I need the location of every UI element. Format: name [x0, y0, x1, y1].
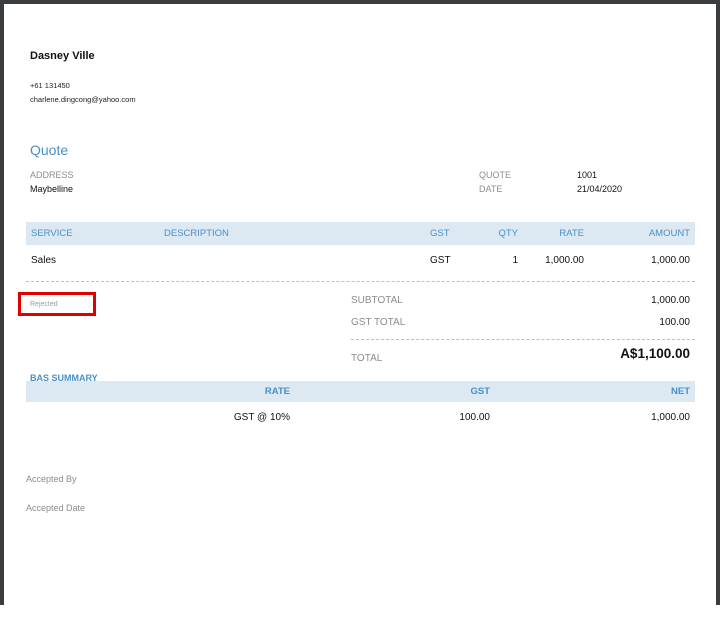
bas-rate-value: GST @ 10%	[233, 412, 290, 423]
accepted-by-label: Accepted By	[26, 474, 77, 484]
col-amount-header: AMOUNT	[648, 228, 690, 239]
col-description-header: DESCRIPTION	[164, 228, 229, 239]
bas-col-net-header: NET	[671, 386, 690, 397]
total-value: A$1,100.00	[620, 346, 690, 361]
status-label: Rejected	[30, 301, 58, 308]
subtotal-value: 1,000.00	[651, 295, 690, 306]
date-label: DATE	[479, 184, 503, 194]
col-qty-header: QTY	[498, 228, 518, 239]
bas-table-header	[26, 381, 695, 402]
bas-gst-value: 100.00	[459, 412, 490, 423]
item-rate: 1,000.00	[545, 255, 584, 266]
quote-number-value: 1001	[577, 170, 598, 180]
date-value: 21/04/2020	[577, 184, 623, 194]
item-gst: GST	[430, 255, 451, 266]
page-bottom-margin	[0, 605, 720, 635]
address-label: ADDRESS	[30, 170, 74, 180]
subtotal-label: SUBTOTAL	[351, 295, 403, 306]
item-amount: 1,000.00	[651, 255, 690, 266]
bas-col-gst-header: GST	[470, 386, 490, 397]
bas-col-rate-header: RATE	[264, 386, 290, 397]
bas-net-value: 1,000.00	[651, 412, 690, 423]
items-table-header	[26, 222, 695, 245]
col-rate-header: RATE	[559, 228, 584, 239]
col-gst-header: GST	[430, 228, 450, 239]
gst-total-value: 100.00	[659, 317, 690, 328]
col-service-header: SERVICE	[31, 228, 73, 239]
document-title: Quote	[30, 142, 69, 158]
quote-number-label: QUOTE	[479, 170, 512, 180]
gst-total-label: GST TOTAL	[351, 317, 406, 328]
document-page: Dasney Ville +61 131450 charlene.dingcon…	[0, 0, 720, 605]
item-service: Sales	[31, 255, 57, 266]
company-email: charlene.dingcong@yahoo.com	[30, 95, 136, 104]
company-phone: +61 131450	[30, 81, 70, 90]
address-value: Maybelline	[30, 184, 74, 194]
accepted-date-label: Accepted Date	[26, 503, 86, 513]
item-qty: 1	[512, 255, 518, 266]
total-label: TOTAL	[351, 353, 383, 364]
company-name: Dasney Ville	[30, 50, 95, 62]
items-divider	[26, 281, 695, 282]
totals-divider	[351, 339, 695, 340]
